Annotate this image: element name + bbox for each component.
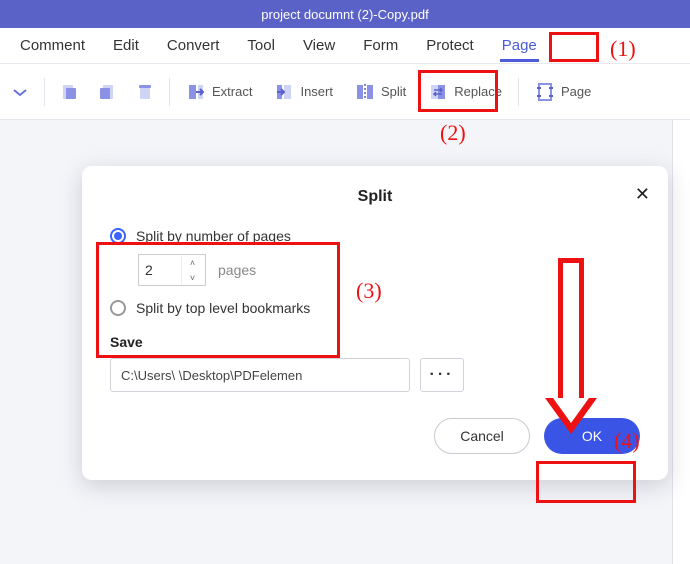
delete-page-button[interactable] bbox=[129, 76, 161, 108]
menu-convert[interactable]: Convert bbox=[153, 31, 234, 60]
separator bbox=[44, 78, 45, 106]
toolbar-dropdown[interactable] bbox=[4, 76, 36, 108]
spinner-up-icon[interactable]: ˄ bbox=[182, 255, 203, 270]
pages-spinner-row: ˄ ˅ pages bbox=[138, 254, 640, 286]
rotate-left-button[interactable] bbox=[53, 76, 85, 108]
pages-unit-label: pages bbox=[218, 262, 256, 278]
option-label: Split by number of pages bbox=[136, 228, 291, 244]
option-split-by-pages[interactable]: Split by number of pages bbox=[110, 228, 640, 244]
title-bar: project documnt (2)-Copy.pdf bbox=[0, 0, 690, 28]
ok-button[interactable]: OK bbox=[544, 418, 640, 454]
menu-bar: Comment Edit Convert Tool View Form Prot… bbox=[0, 28, 690, 64]
page-tool-button[interactable]: Page bbox=[527, 76, 599, 108]
close-icon[interactable]: ✕ bbox=[635, 184, 650, 205]
separator bbox=[169, 78, 170, 106]
page-tool-label: Page bbox=[561, 84, 591, 99]
spinner-down-icon[interactable]: ˅ bbox=[182, 270, 203, 285]
browse-button[interactable]: ··· bbox=[420, 358, 464, 392]
pages-value-input[interactable] bbox=[139, 255, 181, 285]
separator bbox=[518, 78, 519, 106]
extract-label: Extract bbox=[212, 84, 252, 99]
split-button[interactable]: Split bbox=[347, 76, 414, 108]
pages-spinner[interactable]: ˄ ˅ bbox=[138, 254, 206, 286]
replace-button[interactable]: Replace bbox=[420, 76, 510, 108]
extract-button[interactable]: Extract bbox=[178, 76, 260, 108]
menu-edit[interactable]: Edit bbox=[99, 31, 153, 60]
insert-button[interactable]: Insert bbox=[266, 76, 341, 108]
cancel-button[interactable]: Cancel bbox=[434, 418, 530, 454]
menu-form[interactable]: Form bbox=[349, 31, 412, 60]
split-dialog: ✕ Split Split by number of pages ˄ ˅ pag… bbox=[82, 166, 668, 480]
radio-icon[interactable] bbox=[110, 300, 126, 316]
menu-tool[interactable]: Tool bbox=[233, 31, 289, 60]
rotate-right-button[interactable] bbox=[91, 76, 123, 108]
dialog-title: Split bbox=[110, 188, 640, 206]
radio-icon[interactable] bbox=[110, 228, 126, 244]
option-label: Split by top level bookmarks bbox=[136, 300, 310, 316]
save-section-label: Save bbox=[110, 334, 640, 350]
save-path-field[interactable]: C:\Users\ \Desktop\PDFelemen bbox=[110, 358, 410, 392]
option-split-by-bookmarks[interactable]: Split by top level bookmarks bbox=[110, 300, 640, 316]
split-label: Split bbox=[381, 84, 406, 99]
menu-protect[interactable]: Protect bbox=[412, 31, 488, 60]
menu-view[interactable]: View bbox=[289, 31, 349, 60]
replace-label: Replace bbox=[454, 84, 502, 99]
content-area: ✕ Split Split by number of pages ˄ ˅ pag… bbox=[0, 120, 690, 564]
page-toolbar: Extract Insert Split Replace Page bbox=[0, 64, 690, 120]
document-title: project documnt (2)-Copy.pdf bbox=[261, 7, 428, 22]
page-edge bbox=[672, 120, 690, 564]
menu-comment[interactable]: Comment bbox=[6, 31, 99, 60]
menu-page[interactable]: Page bbox=[488, 31, 551, 60]
insert-label: Insert bbox=[300, 84, 333, 99]
